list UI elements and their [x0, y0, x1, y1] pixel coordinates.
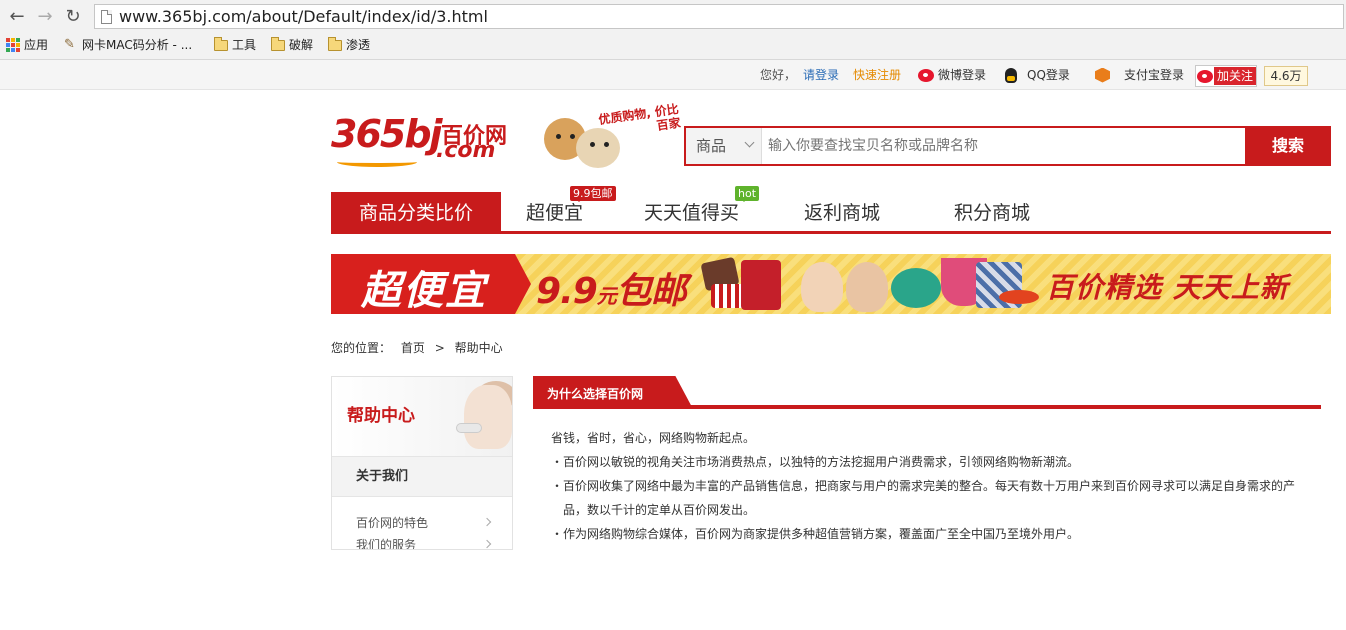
chevron-down-icon: [744, 137, 755, 148]
logo-brand-com: .com: [436, 138, 496, 163]
nav-item-daily-deals[interactable]: 天天值得买: [644, 192, 739, 231]
product-image: [999, 290, 1039, 304]
chevron-right-icon: [482, 517, 492, 527]
content-panel: 为什么选择百价网 省钱，省时，省心，网络购物新起点。 ・百价网以敏锐的视角关注市…: [533, 376, 1321, 576]
hot-badge: hot: [735, 186, 760, 202]
weibo-icon-wrap: [1196, 66, 1214, 86]
banner-price-unit: 元: [596, 284, 617, 308]
logo-brand-num: 365bj: [331, 112, 443, 156]
bookmark-label: 破解: [289, 38, 314, 52]
sidebar-item-label: 百价网的特色: [356, 516, 429, 530]
weibo-follow-button[interactable]: 加关注: [1195, 65, 1257, 87]
sidebar-section-about[interactable]: 关于我们: [332, 457, 512, 497]
bookmark-label: 应用: [24, 38, 49, 52]
site-logo[interactable]: 365bj 百价网 .com: [331, 112, 531, 172]
search-category-select[interactable]: 商品: [686, 128, 762, 164]
search-button[interactable]: 搜索: [1245, 126, 1331, 166]
bookmark-label: 网卡MAC码分析 - ...: [82, 38, 193, 52]
sidebar-header: 帮助中心: [332, 377, 512, 457]
weibo-login-label: 微博登录: [938, 68, 987, 82]
bookmark-label: 工具: [232, 38, 257, 52]
bookmark-folder-pentest[interactable]: 渗透: [328, 36, 370, 54]
sidebar-title: 帮助中心: [347, 406, 415, 426]
alipay-icon: [1095, 67, 1110, 83]
content-title: 为什么选择百价网: [547, 387, 644, 401]
folder-icon: [271, 36, 285, 51]
banner-price: 9.9元包邮: [536, 262, 687, 314]
banner-cheap-text: 超便宜: [361, 268, 487, 314]
logo-slogan: 优质购物, 价比百家: [597, 101, 682, 133]
support-agent-image: [442, 377, 512, 457]
banner-price-value: 9.9: [536, 271, 598, 312]
page-icon: [101, 10, 112, 24]
chevron-right-icon: [482, 539, 492, 549]
free-shipping-badge: 9.9包邮: [570, 186, 616, 202]
alipay-login-label: 支付宝登录: [1124, 68, 1185, 82]
logo-smile-icon: [337, 157, 417, 167]
folder-icon: [328, 36, 342, 51]
product-image: [741, 260, 781, 310]
reload-icon[interactable]: ↻: [62, 6, 84, 28]
greeting: 您好，: [760, 68, 797, 82]
qq-icon: [1005, 67, 1017, 83]
bookmarks-bar: 应用 ✎ 网卡MAC码分析 - ... 工具 破解 渗透: [0, 32, 1346, 58]
address-bar[interactable]: www.365bj.com/about/Default/index/id/3.h…: [94, 4, 1344, 29]
bookmark-label: 渗透: [346, 38, 371, 52]
product-image: [711, 284, 745, 308]
content-paragraph: ・百价网收集了网络中最为丰富的产品销售信息，把商家与用户的需求完美的整合。每天有…: [551, 479, 1296, 493]
address-url: www.365bj.com/about/Default/index/id/3.h…: [119, 7, 488, 26]
register-link[interactable]: 快速注册: [853, 67, 901, 83]
weibo-login-link[interactable]: 微博登录: [918, 67, 986, 83]
banner-price-suffix: 包邮: [615, 271, 687, 312]
search-category-label: 商品: [696, 137, 727, 155]
breadcrumb-home[interactable]: 首页: [401, 341, 425, 355]
model-photo: [846, 262, 888, 312]
content-paragraph: 品，数以千计的定单从百价网发出。: [563, 503, 756, 517]
follow-label: 加关注: [1214, 67, 1256, 85]
qq-login-label: QQ登录: [1027, 68, 1070, 82]
breadcrumb-separator: >: [434, 341, 445, 355]
weibo-icon: [1197, 69, 1213, 83]
fans-count: 4.6万: [1264, 66, 1308, 86]
mascot-dogs: 优质购物, 价比百家: [540, 101, 682, 174]
bookmark-apps[interactable]: 应用: [6, 36, 48, 54]
bookmark-folder-tools[interactable]: 工具: [214, 36, 256, 54]
main-nav: 商品分类比价 超便宜 天天值得买 返利商城 积分商城: [331, 192, 1331, 234]
banner-slogan: 百价精选 天天上新: [1046, 271, 1289, 304]
qq-login-link[interactable]: QQ登录: [1005, 67, 1070, 83]
content-paragraph: 省钱，省时，省心，网络购物新起点。: [551, 431, 756, 445]
apps-grid-icon: [6, 38, 20, 52]
search-bar: 商品 搜索: [684, 126, 1331, 166]
top-utility-bar: 您好， 请登录 快速注册 微博登录 QQ登录 支付宝登录: [0, 60, 1346, 90]
nav-item-category-compare[interactable]: 商品分类比价: [331, 192, 501, 231]
bookmark-mac[interactable]: ✎ 网卡MAC码分析 - ...: [64, 36, 192, 54]
folder-icon: [214, 36, 228, 51]
bookmark-folder-crack[interactable]: 破解: [271, 36, 313, 54]
product-image: [891, 268, 941, 308]
breadcrumb: 您的位置： 首页 > 帮助中心: [331, 339, 509, 356]
nav-item-rebate-mall[interactable]: 返利商城: [804, 192, 880, 231]
forward-arrow-icon[interactable]: →: [34, 6, 56, 28]
browser-toolbar: ← → ↻ www.365bj.com/about/Default/index/…: [0, 0, 1346, 60]
sidebar-item-services[interactable]: 我们的服务: [356, 537, 506, 550]
wrench-icon: ✎: [64, 37, 75, 52]
content-paragraph: ・百价网以敏锐的视角关注市场消费热点，以独特的方法挖掘用户消费需求，引领网络购物…: [551, 455, 1080, 469]
breadcrumb-current: 帮助中心: [454, 341, 503, 355]
alipay-login-link[interactable]: 支付宝登录: [1095, 67, 1184, 83]
sidebar-item-label: 我们的服务: [356, 538, 417, 550]
weibo-icon: [918, 68, 934, 82]
help-sidebar: 帮助中心 关于我们 百价网的特色 我们的服务: [331, 376, 513, 550]
headset-icon: [456, 423, 482, 433]
model-photo: [801, 262, 843, 312]
back-arrow-icon[interactable]: ←: [6, 6, 28, 28]
promo-banner[interactable]: 超便宜 9.9元包邮 百价精选 天天上新: [331, 254, 1331, 314]
content-paragraph: ・作为网络购物综合媒体，百价网为商家提供多种超值营销方案，覆盖面广至全中国乃至境…: [551, 527, 1080, 541]
breadcrumb-label: 您的位置：: [331, 341, 392, 355]
search-input[interactable]: [762, 128, 1245, 164]
nav-item-points-mall[interactable]: 积分商城: [954, 192, 1030, 231]
login-link[interactable]: 请登录: [803, 67, 839, 83]
sidebar-item-features[interactable]: 百价网的特色: [356, 515, 506, 531]
